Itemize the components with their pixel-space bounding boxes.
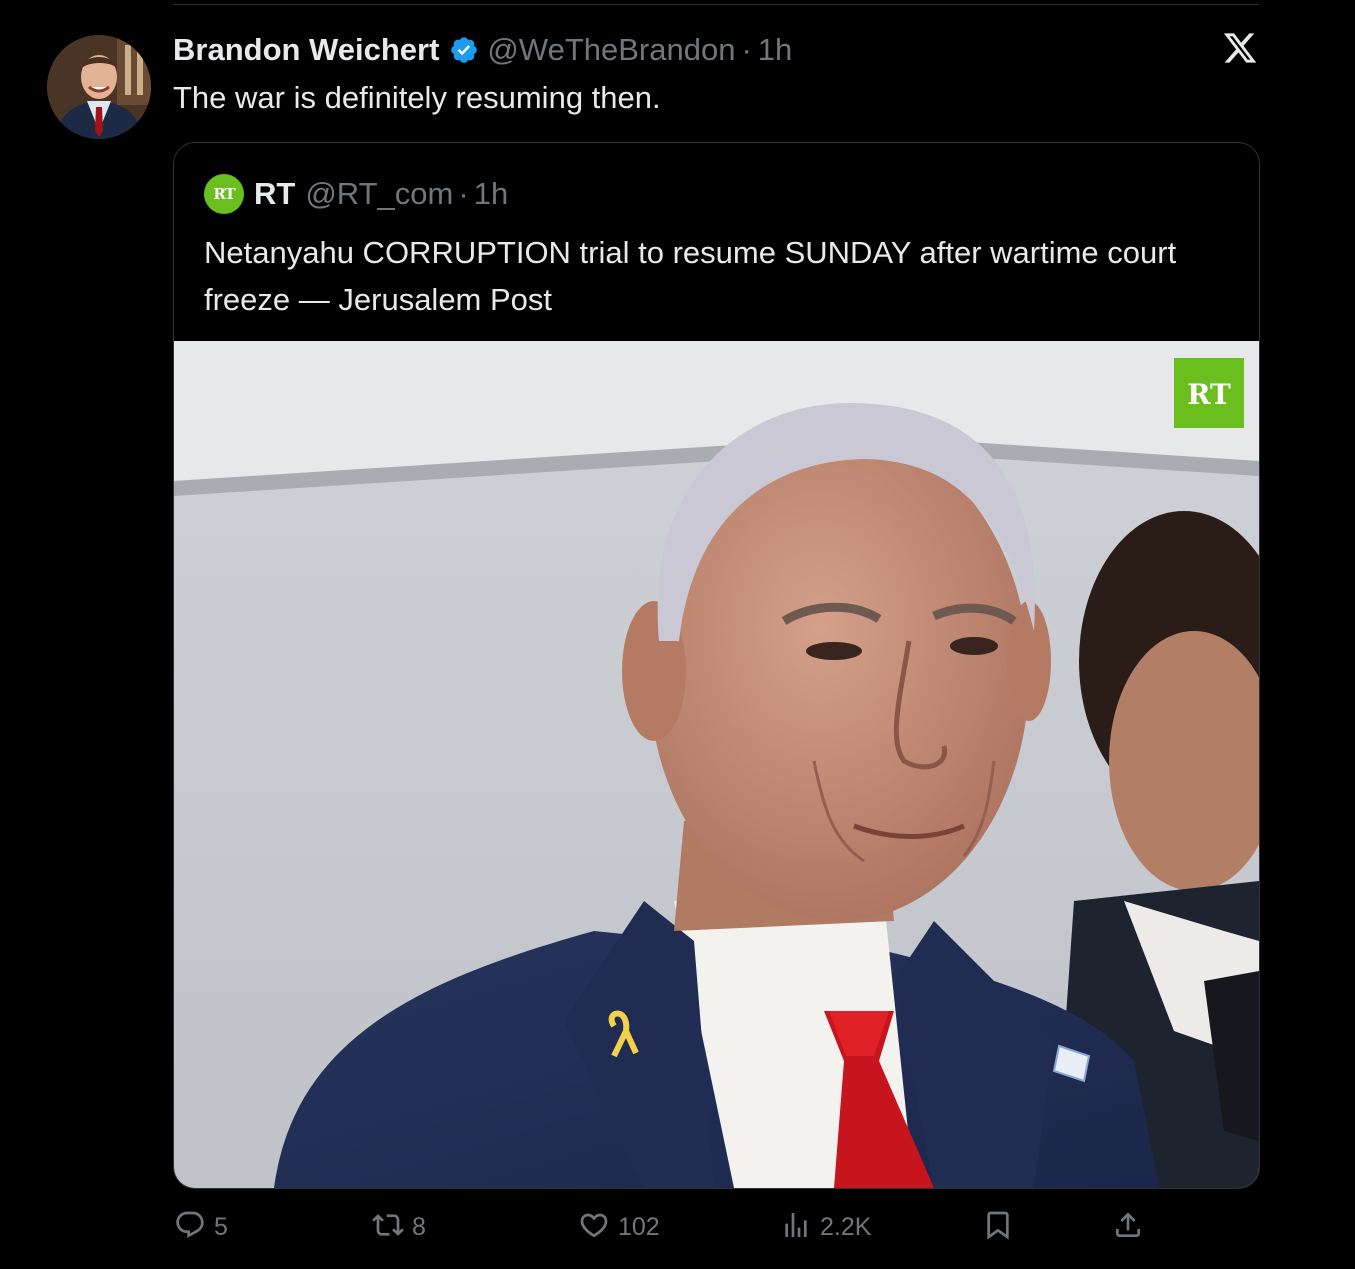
bookmark-icon [982,1209,1014,1246]
quoted-separator-dot: · [458,176,469,211]
quoted-tweet-header: RT RT @RT_com · 1h [204,173,508,215]
bookmark-button[interactable] [982,1205,1014,1249]
photo-watermark: RT [1187,378,1231,411]
reply-icon [174,1209,206,1246]
quoted-tweet-text: Netanyahu CORRUPTION trial to resume SUN… [204,235,1177,317]
repost-icon [372,1209,404,1246]
share-icon [1112,1209,1144,1246]
author-avatar[interactable] [47,35,151,139]
heart-icon [578,1209,610,1246]
tweet-header: Brandon Weichert @WeTheBrandon · 1h [173,30,792,70]
like-button[interactable]: 102 [578,1205,660,1249]
share-button[interactable] [1112,1205,1144,1249]
like-count: 102 [618,1212,660,1241]
verified-badge-icon [449,35,479,65]
quoted-avatar-text: RT [213,185,235,203]
tweet-action-bar: 5 8 102 2.2K [0,1205,1355,1249]
reply-button[interactable]: 5 [174,1205,228,1249]
separator-dot: · [741,32,752,67]
top-divider [173,4,1259,5]
reply-count: 5 [214,1212,228,1241]
views-button[interactable]: 2.2K [780,1205,871,1249]
author-name[interactable]: Brandon Weichert [173,32,439,68]
quoted-tweet-photo[interactable]: RT [174,341,1259,1188]
views-chart-icon [780,1209,812,1246]
quoted-author-name[interactable]: RT [254,176,295,212]
quoted-tweet-card[interactable]: RT RT @RT_com · 1h Netanyahu CORRUPTION … [173,142,1260,1189]
repost-button[interactable]: 8 [372,1205,426,1249]
tweet-time[interactable]: 1h [758,32,792,68]
quoted-tweet-time[interactable]: 1h [474,176,508,212]
repost-count: 8 [412,1212,426,1241]
tweet-text: The war is definitely resuming then. [173,80,661,115]
x-logo-icon[interactable] [1222,30,1258,66]
quoted-author-avatar[interactable]: RT [204,174,244,214]
author-handle[interactable]: @WeTheBrandon [487,32,735,68]
views-count: 2.2K [820,1212,872,1241]
quoted-author-handle[interactable]: @RT_com [305,176,453,212]
